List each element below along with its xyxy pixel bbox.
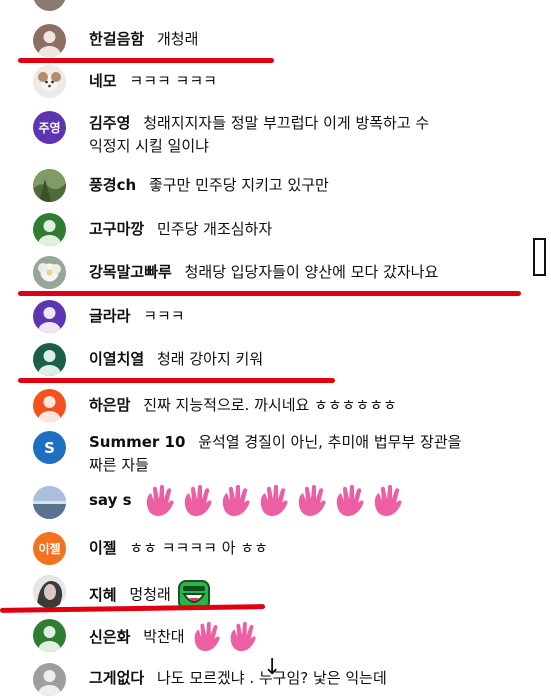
comment-text: 청래 강아지 키워 [156, 350, 264, 368]
comment-author[interactable]: 네모 [89, 72, 117, 90]
comment-author[interactable]: 이젤 [89, 539, 117, 557]
waving-hands-emoji-group [143, 485, 409, 517]
comment-text: 윤석열 경질이 아닌, 추미애 법무부 장관을 [198, 433, 462, 451]
dog-photo-avatar[interactable] [33, 65, 66, 98]
avatar-initials: S [44, 438, 55, 457]
comment-author[interactable]: 김주영 [89, 114, 130, 132]
comment-text: ㅎㅎ ㅋㅋㅋㅋ 아 ㅎㅎ [129, 539, 268, 557]
comment-author[interactable]: 이열치열 [89, 350, 144, 368]
text-cursor-box [533, 238, 546, 276]
comment-text: ㅋㅋㅋ [143, 307, 185, 325]
waving-hand-emoji [336, 485, 364, 516]
avatar[interactable]: 이젤 [33, 532, 66, 565]
comment-text: 진짜 지능적으로. 까시네요 ㅎㅎㅎㅎㅎㅎ [143, 396, 397, 414]
comment-text: 좋구만 민주당 지키고 있구만 [148, 176, 329, 194]
waving-hand-emoji [146, 485, 174, 516]
comment-text: ㅋㅋㅋ ㅋㅋㅋ [129, 72, 217, 90]
avatar-initials: 이젤 [38, 542, 61, 556]
comment-text: 개청래 [156, 30, 199, 48]
comment-text: 멍청래 [129, 585, 171, 604]
comment-author[interactable]: 고구마깡 [89, 220, 144, 238]
comment-author[interactable]: 하은맘 [89, 396, 130, 414]
avatar[interactable] [33, 0, 66, 11]
comment-text: 청래지지자들 정말 부끄럽다 이게 방폭하고 수 [143, 114, 430, 132]
waving-hand-emoji [231, 622, 257, 652]
comment-text: 민주당 개조심하자 [156, 220, 273, 238]
comment-author[interactable]: 글라라 [89, 307, 130, 325]
comment-author[interactable]: say s [89, 491, 132, 509]
comment-text-continued: 짜른 자들 [89, 456, 149, 474]
comment-author[interactable]: 그게없다 [89, 669, 144, 687]
default-person-icon[interactable] [33, 213, 66, 246]
default-person-icon[interactable] [33, 389, 66, 422]
avatar[interactable]: 주영 [33, 111, 66, 144]
down-arrow-cursor-icon: ↓ [263, 655, 282, 680]
comment-author[interactable]: Summer 10 [89, 433, 185, 451]
comment-author[interactable]: 신은화 [89, 628, 130, 646]
comment-text-continued: 익정지 시킬 일이냐 [89, 137, 209, 155]
waving-hand-emoji [184, 485, 212, 516]
highlight-underline [18, 378, 335, 383]
avatar[interactable]: S [33, 431, 66, 464]
portrait-photo-avatar[interactable] [33, 575, 66, 608]
default-person-icon[interactable] [33, 663, 66, 696]
comment-author[interactable]: 강목말고빠루 [89, 263, 172, 281]
highlight-underline [18, 58, 274, 63]
comment-text: 청래당 입당자들이 양산에 모다 갔자나요 [184, 263, 439, 281]
waving-hand-emoji [260, 485, 288, 516]
sky-photo-avatar[interactable] [33, 486, 66, 519]
comment-author[interactable]: 지혜 [89, 586, 117, 604]
default-person-icon[interactable] [33, 24, 66, 57]
landscape-photo-avatar[interactable] [33, 169, 66, 202]
waving-hand-emoji [195, 622, 221, 652]
comment-author[interactable]: 풍경ch [89, 176, 136, 194]
default-person-icon[interactable] [33, 300, 66, 333]
flower-photo-avatar[interactable] [33, 256, 66, 289]
comment-text: 박찬대 [143, 627, 185, 646]
comment-author[interactable]: 한걸음함 [89, 30, 144, 48]
avatar-initials: 주영 [38, 121, 61, 135]
waving-hand-emoji [374, 485, 402, 516]
waving-hand-emoji [222, 485, 250, 516]
default-person-icon[interactable] [33, 619, 66, 652]
waving-hand-emoji [298, 485, 326, 516]
default-person-icon[interactable] [33, 343, 66, 376]
highlight-underline [18, 291, 521, 296]
